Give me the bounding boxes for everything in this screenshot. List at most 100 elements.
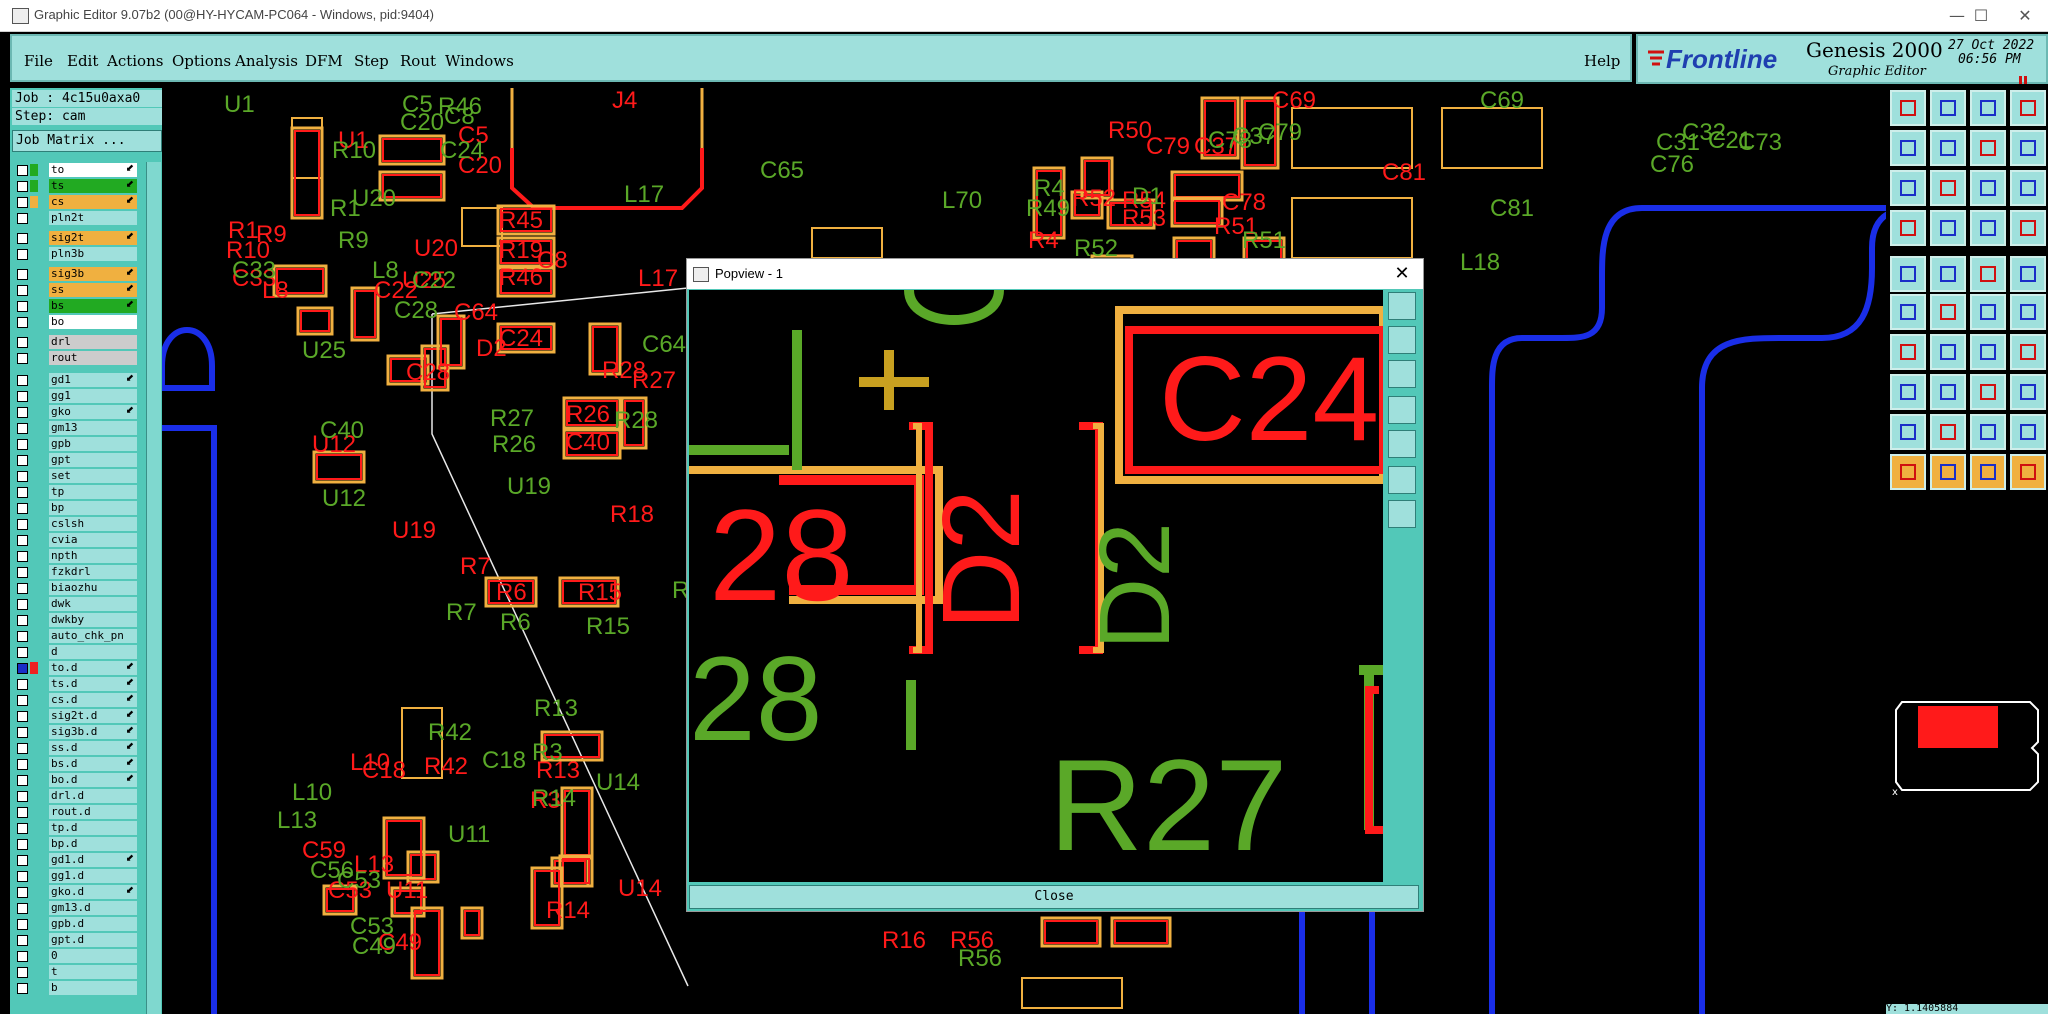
layer-name[interactable]: sig3b ⬋ bbox=[49, 267, 137, 281]
layer-checkbox[interactable] bbox=[17, 647, 28, 658]
close-window-button[interactable]: ✕ bbox=[2002, 0, 2048, 31]
layer-checkbox[interactable] bbox=[17, 233, 28, 244]
layer-name[interactable]: rout bbox=[49, 351, 137, 365]
layer-checkbox[interactable] bbox=[17, 743, 28, 754]
layer-name[interactable]: npth bbox=[49, 549, 137, 563]
layer-name[interactable]: bo bbox=[49, 315, 137, 329]
layer-checkbox[interactable] bbox=[17, 455, 28, 466]
layer-name[interactable]: ts.d ⬋ bbox=[49, 677, 137, 691]
layer-checkbox[interactable] bbox=[17, 599, 28, 610]
select-icon[interactable] bbox=[1930, 454, 1966, 490]
layer-row[interactable]: gko ⬋ bbox=[12, 404, 140, 420]
layer-row[interactable]: npth bbox=[12, 548, 140, 564]
layer-row[interactable]: biaozhu bbox=[12, 580, 140, 596]
layer-row[interactable]: cvia bbox=[12, 532, 140, 548]
menu-windows[interactable]: Windows bbox=[445, 52, 514, 70]
layer-row[interactable]: fzkdrl bbox=[12, 564, 140, 580]
layer-checkbox[interactable] bbox=[17, 197, 28, 208]
layer-checkbox[interactable] bbox=[17, 695, 28, 706]
menu-options[interactable]: Options bbox=[172, 52, 231, 70]
layer-checkbox[interactable] bbox=[17, 567, 28, 578]
layer-row[interactable]: sig3b ⬋ bbox=[12, 266, 140, 282]
delta-icon[interactable] bbox=[1930, 414, 1966, 450]
layer-name[interactable]: ss.d ⬋ bbox=[49, 741, 137, 755]
layer-checkbox[interactable] bbox=[17, 583, 28, 594]
layer-row[interactable]: dwkby bbox=[12, 612, 140, 628]
help-icon[interactable] bbox=[2010, 170, 2046, 206]
layer-name[interactable]: 0 bbox=[49, 949, 137, 963]
layer-name[interactable]: gm13 bbox=[49, 421, 137, 435]
layer-checkbox[interactable] bbox=[17, 791, 28, 802]
menu-rout[interactable]: Rout bbox=[400, 52, 436, 70]
measure-icon[interactable] bbox=[1890, 210, 1926, 246]
layout-icon[interactable] bbox=[2010, 90, 2046, 126]
prev-icon[interactable] bbox=[1890, 130, 1926, 166]
layer-scrollbar[interactable] bbox=[146, 162, 161, 1014]
layer-row[interactable]: cs.d ⬋ bbox=[12, 692, 140, 708]
popview-home-button[interactable] bbox=[1388, 500, 1416, 528]
shape-icon[interactable] bbox=[1930, 256, 1966, 292]
layer-row[interactable]: to.d ⬋ bbox=[12, 660, 140, 676]
layer-name[interactable]: bp bbox=[49, 501, 137, 515]
menu-edit[interactable]: Edit bbox=[67, 52, 98, 70]
line-icon[interactable] bbox=[1970, 256, 2006, 292]
layer-checkbox[interactable] bbox=[17, 337, 28, 348]
cross-icon[interactable] bbox=[1930, 294, 1966, 330]
zoom-icon[interactable] bbox=[1890, 170, 1926, 206]
layer-row[interactable]: tp bbox=[12, 484, 140, 500]
layer-checkbox[interactable] bbox=[17, 855, 28, 866]
layer-name[interactable]: gpb.d bbox=[49, 917, 137, 931]
layer-row[interactable]: gd1 ⬋ bbox=[12, 372, 140, 388]
popview-zoom-out-button[interactable] bbox=[1388, 430, 1416, 458]
layer-row[interactable]: sig2t ⬋ bbox=[12, 230, 140, 246]
dot-icon[interactable] bbox=[2010, 294, 2046, 330]
pause-icon[interactable] bbox=[2018, 70, 2028, 84]
layer-name[interactable]: gg1 bbox=[49, 389, 137, 403]
layer-name[interactable]: bs ⬋ bbox=[49, 299, 137, 313]
layer-row[interactable]: rout bbox=[12, 350, 140, 366]
minimap-panel[interactable]: x bbox=[1892, 694, 2042, 798]
layer-checkbox[interactable] bbox=[17, 519, 28, 530]
layer-checkbox[interactable] bbox=[17, 269, 28, 280]
layer-row[interactable]: sig2t.d ⬋ bbox=[12, 708, 140, 724]
round-pad-icon[interactable] bbox=[2010, 256, 2046, 292]
popview-window[interactable]: Popview - 1 ✕ C24 28 D2 D2 R27 28 Close bbox=[686, 258, 1424, 912]
layer-row[interactable]: cslsh bbox=[12, 516, 140, 532]
layer-row[interactable]: pln2t bbox=[12, 210, 140, 226]
layer-row[interactable]: sig3b.d ⬋ bbox=[12, 724, 140, 740]
layer-checkbox[interactable] bbox=[17, 775, 28, 786]
layer-row[interactable]: bs.d ⬋ bbox=[12, 756, 140, 772]
layer-name[interactable]: gko.d ⬋ bbox=[49, 885, 137, 899]
maximize-button[interactable]: ☐ bbox=[1958, 0, 2004, 31]
layer-name[interactable]: bo.d ⬋ bbox=[49, 773, 137, 787]
layer-name[interactable]: gd1 ⬋ bbox=[49, 373, 137, 387]
layer-name[interactable]: dwkby bbox=[49, 613, 137, 627]
layer-row[interactable]: cs ⬋ bbox=[12, 194, 140, 210]
layer-checkbox[interactable] bbox=[17, 353, 28, 364]
fit-icon[interactable] bbox=[1970, 130, 2006, 166]
layer-row[interactable]: gko.d ⬋ bbox=[12, 884, 140, 900]
layer-row[interactable]: dwk bbox=[12, 596, 140, 612]
layer-name[interactable]: ts ⬋ bbox=[49, 179, 137, 193]
layer-name[interactable]: pln2t bbox=[49, 211, 137, 225]
popview-close-icon[interactable]: ✕ bbox=[1387, 261, 1417, 287]
dash-icon[interactable] bbox=[1930, 374, 1966, 410]
grid-icon[interactable] bbox=[2010, 130, 2046, 166]
layer-name[interactable]: set bbox=[49, 469, 137, 483]
layer-checkbox[interactable] bbox=[17, 903, 28, 914]
layer-checkbox[interactable] bbox=[17, 663, 28, 674]
layer-name[interactable]: cs ⬋ bbox=[49, 195, 137, 209]
popview-close-button[interactable]: Close bbox=[689, 885, 1419, 909]
layer-row[interactable]: gd1.d ⬋ bbox=[12, 852, 140, 868]
layer-row[interactable]: gm13.d bbox=[12, 900, 140, 916]
layer-row[interactable]: pln3b bbox=[12, 246, 140, 262]
layer-row[interactable]: set bbox=[12, 468, 140, 484]
layer-name[interactable]: dwk bbox=[49, 597, 137, 611]
layer-row[interactable]: gpt bbox=[12, 452, 140, 468]
ruler-icon[interactable] bbox=[1930, 210, 1966, 246]
layer-checkbox[interactable] bbox=[17, 423, 28, 434]
layer-name[interactable]: to ⬋ bbox=[49, 163, 137, 177]
layer-name[interactable]: gm13.d bbox=[49, 901, 137, 915]
home-icon[interactable] bbox=[1970, 90, 2006, 126]
drc-icon[interactable] bbox=[2010, 210, 2046, 246]
